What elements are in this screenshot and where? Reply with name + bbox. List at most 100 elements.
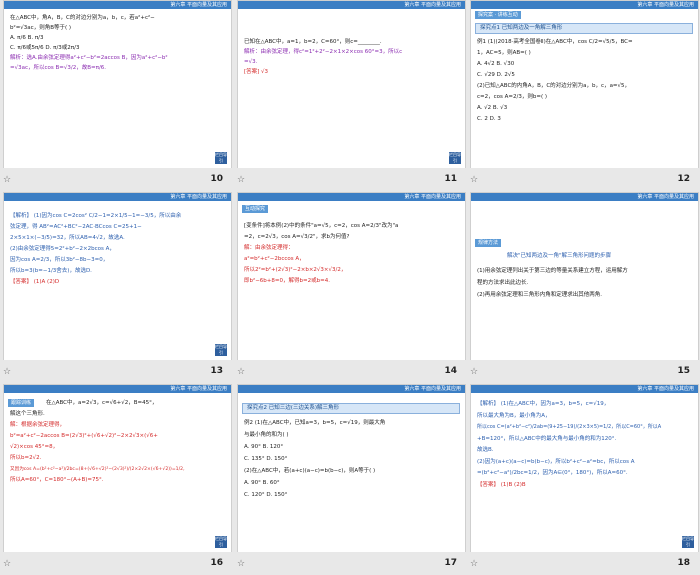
text-line: 解析：由余弦定理，得c²=1²+2²−2×1×2×cos 60°=3，所以c [244, 49, 403, 55]
text-line: 在△ABC中，角A，B，C的对边分别为a，b，c，若a²+c²− [10, 15, 155, 21]
chapter-tag: 第六章 平面向量及其应用 [637, 386, 694, 392]
slide-body: 【解析】 (1)因为cos C=2cos² C/2−1=2×1/5−1=−3/5… [10, 211, 225, 288]
text-line: 【解析】 (1)在△ABC中，因为a=3，b=5，c=√19， [477, 401, 610, 407]
star-icon[interactable]: ☆ [470, 368, 478, 377]
text-line: b²=√3ac，则角B等于( ) [10, 25, 72, 31]
text-line: (2)在△ABC中，若(a+c)(a−c)=b(b−c)，则A等于( ) [244, 468, 376, 474]
nav-button[interactable]: 栏目导引 [215, 152, 227, 164]
text-line: 已知在△ABC中，a=1，b=2，C=60°，则c=________. [244, 39, 382, 45]
star-icon[interactable]: ☆ [470, 560, 478, 569]
star-icon[interactable]: ☆ [237, 368, 245, 377]
section-title: 解决"已知两边及一角"解三角形问题的步骤 [507, 253, 612, 259]
nav-button[interactable]: 栏目导引 [682, 536, 694, 548]
slide-number: 13 [210, 366, 223, 376]
text-line: A. √2 B. √3 [477, 105, 508, 111]
text-line: C. 120° D. 150° [244, 492, 288, 498]
text-line: C. π/6或5π/6 D. π/3或2π/3 [10, 45, 80, 51]
slide-header-bar: 第六章 平面向量及其应用 [471, 385, 698, 393]
text-line: 程的方法求出此边长. [477, 280, 529, 286]
slide-footer: ☆ 13 [0, 360, 233, 380]
slide-thumbnail-11[interactable]: 第六章 平面向量及其应用 已知在△ABC中，a=1，b=2，C=60°，则c=_… [234, 0, 467, 191]
text-line: c=2，cos A=2/3，则b=( ) [477, 94, 547, 100]
chapter-tag: 第六章 平面向量及其应用 [637, 2, 694, 8]
text-line: 所以最大角为B，最小角为A， [477, 412, 551, 419]
text-line: (2)因为(a+c)(a−c)=b(b−c)，所以b²+c²−a²=bc，所以c… [477, 458, 635, 465]
section-title: 探究点2 已知三边(三边关系)解三角形 [242, 403, 460, 414]
section-tag: 互动探究 [242, 205, 269, 213]
text-line: C. 2 D. 3 [477, 116, 501, 122]
text-line: 在△ABC中，a=2√3，c=√6+√2，B=45°， [46, 400, 158, 406]
nav-button[interactable]: 栏目导引 [215, 344, 227, 356]
nav-button-label: 栏目导引 [449, 152, 461, 163]
nav-button[interactable]: 栏目导引 [215, 536, 227, 548]
text-line: 【答案】 (1)A (2)D [10, 279, 60, 285]
slide-header-bar: 第六章 平面向量及其应用 [4, 193, 231, 201]
slide-body: 例2 (1)在△ABC中，已知a=3，b=5，c=√19，则最大角 与最小角的和… [244, 417, 459, 501]
slide-footer: ☆ 17 [234, 552, 467, 572]
chapter-tag: 第六章 平面向量及其应用 [170, 194, 227, 200]
slide-footer: ☆ 18 [467, 552, 700, 572]
slide-canvas: 第六章 平面向量及其应用 探究案 · 讲练互动 探究点1 已知两边及一角解三角形… [470, 0, 699, 169]
text-line: √2)×cos 45°=8， [10, 444, 59, 450]
slide-number: 15 [677, 366, 690, 376]
text-line: A. 90° B. 60° [244, 480, 280, 486]
text-line: =√3ac，所以cos B=√3/2，故B=π/6. [10, 65, 107, 71]
text-line: 所以A=60°，C=180°−(A+B)=75°. [10, 477, 104, 483]
slide-canvas: 第六章 平面向量及其应用 已知在△ABC中，a=1，b=2，C=60°，则c=_… [237, 0, 466, 169]
text-line: A. 90° B. 120° [244, 444, 284, 450]
chapter-tag: 第六章 平面向量及其应用 [170, 2, 227, 8]
slide-header-bar: 第六章 平面向量及其应用 [471, 1, 698, 9]
text-line: (2)由余弦定理得5=2²+b²−2×2bcos A， [10, 246, 115, 252]
text-line: 即b²−6b+8=0，解得b=2或b=4. [244, 278, 330, 284]
slide-header-bar: 第六章 平面向量及其应用 [238, 193, 465, 201]
star-icon[interactable]: ☆ [3, 176, 11, 185]
slide-footer: ☆ 11 [234, 168, 467, 188]
slide-header-bar: 第六章 平面向量及其应用 [4, 1, 231, 9]
slide-footer: ☆ 14 [234, 360, 467, 380]
nav-button-label: 栏目导引 [682, 536, 694, 547]
text-line: 【答案】 (1)B (2)B [477, 481, 526, 488]
slide-footer: ☆ 15 [467, 360, 700, 380]
nav-button-label: 栏目导引 [215, 152, 227, 163]
text-line: =2，c=2√3，cos A=√3/2"，求b为何值? [244, 234, 350, 240]
chapter-tag: 第六章 平面向量及其应用 [404, 194, 461, 200]
chapter-tag: 第六章 平面向量及其应用 [170, 386, 227, 392]
text-line: A. π/6 B. π/3 [10, 35, 44, 41]
star-icon[interactable]: ☆ [237, 560, 245, 569]
slide-number: 10 [210, 174, 223, 184]
slide-canvas: 第六章 平面向量及其应用 规律方法 解决"已知两边及一角"解三角形问题的步骤 (… [470, 192, 699, 361]
section-tag: 探究案 · 讲练互动 [475, 11, 521, 19]
slide-header-bar: 第六章 平面向量及其应用 [238, 1, 465, 9]
slide-thumbnail-16[interactable]: 第六章 平面向量及其应用 跟踪训练 在△ABC中，a=2√3，c=√6+√2，B… [0, 384, 233, 575]
slide-header-bar: 第六章 平面向量及其应用 [4, 385, 231, 393]
star-icon[interactable]: ☆ [3, 560, 11, 569]
text-line: 弦定理，得 AB²=AC²+BC²−2AC·BCcos C=25+1− [10, 224, 142, 230]
slide-thumbnail-15[interactable]: 第六章 平面向量及其应用 规律方法 解决"已知两边及一角"解三角形问题的步骤 (… [467, 192, 700, 383]
slide-body: 在△ABC中，角A，B，C的对边分别为a，b，c，若a²+c²− b²=√3ac… [10, 13, 225, 73]
slide-thumbnail-13[interactable]: 第六章 平面向量及其应用 【解析】 (1)因为cos C=2cos² C/2−1… [0, 192, 233, 383]
text-line: 例1 (1)(2018·高考全国卷Ⅱ)在△ABC中，cos C/2=√5/5，B… [477, 39, 633, 45]
text-line: 所以2²=b²+(2√3)²−2×b×2√3×√3/2， [244, 267, 347, 273]
slide-body: (1)用余弦定理列出关于第三边的等量关系建立方程，运用解方 程的方法求出此边长.… [477, 265, 692, 301]
text-line: 解：根据余弦定理得， [10, 422, 66, 428]
chapter-tag: 第六章 平面向量及其应用 [404, 386, 461, 392]
text-line: +B=120°，所以△ABC中的最大角与最小角的和为120°. [477, 435, 617, 442]
slide-thumbnail-10[interactable]: 第六章 平面向量及其应用 在△ABC中，角A，B，C的对边分别为a，b，c，若a… [0, 0, 233, 191]
text-line: 故选B. [477, 447, 494, 453]
slide-thumbnail-12[interactable]: 第六章 平面向量及其应用 探究案 · 讲练互动 探究点1 已知两边及一角解三角形… [467, 0, 700, 191]
star-icon[interactable]: ☆ [237, 176, 245, 185]
slide-header-bar: 第六章 平面向量及其应用 [238, 385, 465, 393]
star-icon[interactable]: ☆ [3, 368, 11, 377]
star-icon[interactable]: ☆ [470, 176, 478, 185]
slide-canvas: 第六章 平面向量及其应用 【解析】 (1)在△ABC中，因为a=3，b=5，c=… [470, 384, 699, 553]
text-line: 又因为cos A=(b²+c²−a²)/2bc=(8+(√6+√2)²−(2√3… [10, 467, 185, 472]
slide-thumbnail-17[interactable]: 第六章 平面向量及其应用 探究点2 已知三边(三边关系)解三角形 例2 (1)在… [234, 384, 467, 575]
slide-thumbnail-14[interactable]: 第六章 平面向量及其应用 互动探究 [变条件]将本例(2)中的条件"a=√5，c… [234, 192, 467, 383]
text-line: (1)用余弦定理列出关于第三边的等量关系建立方程，运用解方 [477, 268, 628, 274]
slide-number: 18 [677, 558, 690, 568]
text-line: =(b²+c²−a²)/2bc=1/2，因为A∈(0°，180°)，所以A=60… [477, 470, 628, 476]
text-line: C. √29 D. 2√5 [477, 72, 515, 78]
nav-button[interactable]: 栏目导引 [449, 152, 461, 164]
slide-body: 【解析】 (1)在△ABC中，因为a=3，b=5，c=√19， 所以最大角为B，… [477, 399, 692, 491]
slide-thumbnail-18[interactable]: 第六章 平面向量及其应用 【解析】 (1)在△ABC中，因为a=3，b=5，c=… [467, 384, 700, 575]
